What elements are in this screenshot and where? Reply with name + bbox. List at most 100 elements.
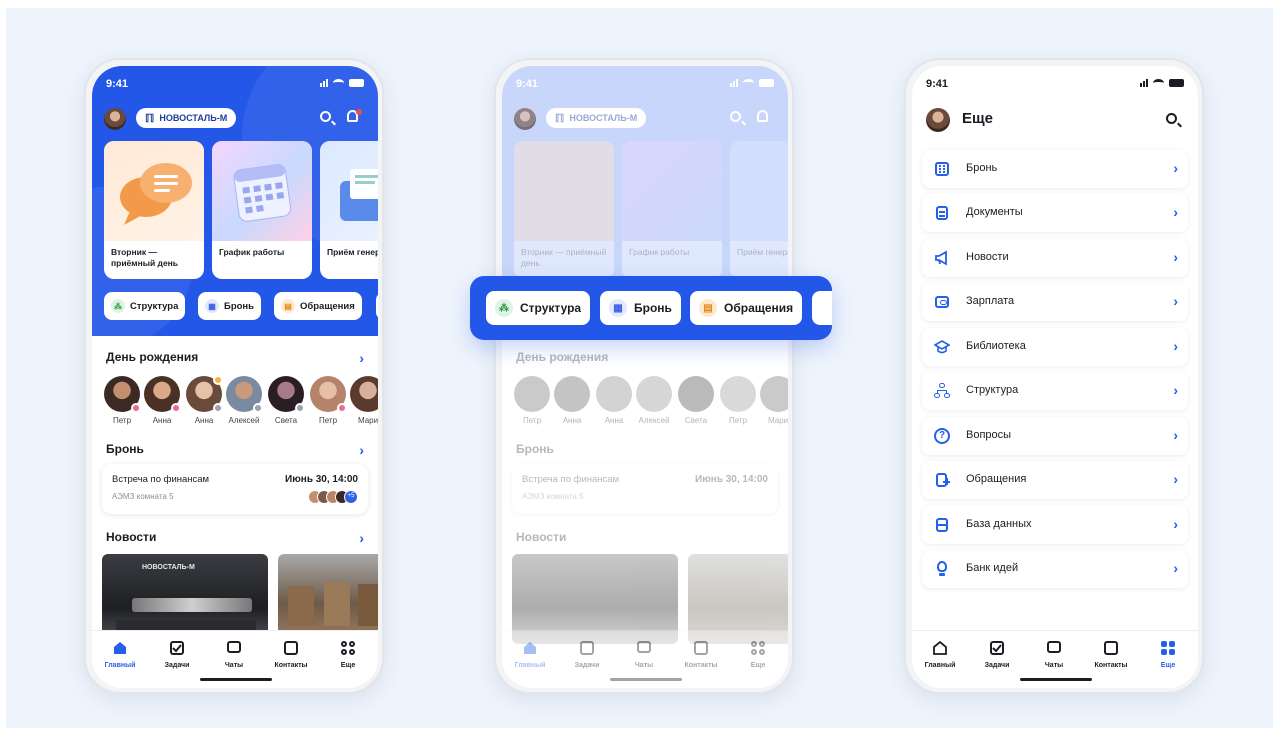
menu-item-booking[interactable]: Бронь › xyxy=(922,150,1188,188)
chip-booking[interactable]: ▦ Бронь xyxy=(198,292,262,320)
chip-more[interactable] xyxy=(376,292,378,320)
nav-chats[interactable]: Чаты xyxy=(616,640,672,669)
booking-card[interactable]: Встреча по финансам АЭМЗ комната 5 Июнь … xyxy=(102,464,368,514)
nav-more[interactable]: Еще xyxy=(320,640,376,669)
person[interactable]: Мари xyxy=(348,376,378,425)
nav-home[interactable]: Главный xyxy=(502,640,558,669)
chip-more[interactable] xyxy=(812,291,832,325)
chevron-right-icon[interactable]: › xyxy=(359,531,364,545)
chevron-right-icon: › xyxy=(1173,338,1178,354)
nav-label: Еще xyxy=(340,662,356,669)
menu-item-requests[interactable]: Обращения › xyxy=(922,461,1188,499)
chip-structure[interactable]: ⁂ Структура xyxy=(104,292,186,320)
nav-label: Задачи xyxy=(164,662,190,669)
story-card[interactable]: Вторник — приёмный день xyxy=(104,141,204,279)
menu-item-label: Структура xyxy=(966,384,1019,396)
contacts-icon xyxy=(693,640,709,656)
search-icon[interactable] xyxy=(1164,111,1182,129)
chip-label: Структура xyxy=(130,300,179,312)
search-icon[interactable] xyxy=(318,109,336,127)
nav-chats[interactable]: Чаты xyxy=(1026,640,1082,669)
nav-contacts[interactable]: Контакты xyxy=(263,640,319,669)
chip-requests[interactable]: ▤ Обращения xyxy=(274,292,362,320)
nav-contacts[interactable]: Контакты xyxy=(1083,640,1139,669)
chevron-right-icon[interactable]: › xyxy=(359,443,364,457)
avatar[interactable] xyxy=(104,108,126,130)
bell-icon[interactable] xyxy=(344,109,362,127)
menu-item-ideas[interactable]: Банк идей › xyxy=(922,550,1188,588)
story-card[interactable]: Приём генерального xyxy=(320,141,378,279)
chip-requests[interactable]: ▤ Обращения xyxy=(690,291,803,325)
menu-item-documents[interactable]: Документы › xyxy=(922,194,1188,232)
person-name: Света xyxy=(684,416,708,425)
menu-item-salary[interactable]: Зарплата › xyxy=(922,283,1188,321)
person[interactable]: Петр xyxy=(102,376,142,425)
story-card[interactable]: Приём генерального xyxy=(730,141,788,279)
menu-item-database[interactable]: База данных › xyxy=(922,506,1188,544)
menu-item-structure[interactable]: Структура › xyxy=(922,372,1188,410)
person-name: Мари xyxy=(767,416,788,425)
status-bar: 9:41 xyxy=(516,76,774,92)
menu-item-label: Новости xyxy=(966,251,1009,263)
nav-label: Задачи xyxy=(574,662,600,669)
chip-structure[interactable]: ⁂ Структура xyxy=(486,291,591,325)
search-icon[interactable] xyxy=(728,109,746,127)
home-indicator xyxy=(200,678,272,681)
avatar[interactable] xyxy=(514,108,536,130)
card-label: Вторник — приёмный день xyxy=(111,247,179,268)
nav-label: Задачи xyxy=(984,662,1010,669)
nav-label: Чаты xyxy=(1044,662,1064,669)
meeting-name: Встреча по финансам xyxy=(112,474,210,485)
chevron-right-icon[interactable]: › xyxy=(359,351,364,365)
more-screen: 9:41 Еще Бронь › Документы › Новости › Зарп… xyxy=(912,66,1198,688)
tasks-icon xyxy=(989,640,1005,656)
nav-chats[interactable]: Чаты xyxy=(206,640,262,669)
news-title: Новости xyxy=(106,530,157,544)
meeting-room: АЭМЗ комната 5 xyxy=(522,492,584,501)
chip-label: Обращения xyxy=(724,301,794,315)
avatar xyxy=(186,375,223,413)
calendar-icon xyxy=(212,141,312,241)
phone-highlight: 9:41 ℿ НОВОСТАЛЬ-М Вторник — приёмный ден… xyxy=(494,58,794,694)
birthday-list: Петр Анна Анна Алексей Света Петр Мари xyxy=(512,376,788,426)
nav-contacts[interactable]: Контакты xyxy=(673,640,729,669)
nav-home[interactable]: Главный xyxy=(912,640,968,669)
nav-label: Главный xyxy=(924,662,956,669)
menu-item-label: Бронь xyxy=(966,162,998,174)
chip-booking[interactable]: ▦ Бронь xyxy=(600,291,681,325)
avatar[interactable] xyxy=(926,108,950,132)
menu-item-questions[interactable]: ? Вопросы › xyxy=(922,417,1188,455)
nav-tasks[interactable]: Задачи xyxy=(559,640,615,669)
card-label: Приём генерального xyxy=(737,247,788,257)
person[interactable]: Света xyxy=(266,376,306,425)
story-card[interactable]: График работы xyxy=(212,141,312,279)
home-icon xyxy=(522,640,538,656)
bell-icon[interactable] xyxy=(754,109,772,127)
menu-item-library[interactable]: Библиотека › xyxy=(922,328,1188,366)
status-bar: 9:41 xyxy=(106,76,364,92)
nav-tasks[interactable]: Задачи xyxy=(149,640,205,669)
nav-more[interactable]: Еще xyxy=(730,640,786,669)
page-title: Еще xyxy=(962,110,994,127)
contacts-icon xyxy=(283,640,299,656)
booking-card[interactable]: Встреча по финансам АЭМЗ комната 5 Июнь … xyxy=(512,464,778,514)
person[interactable]: Анна xyxy=(184,375,224,425)
booking-title: Бронь xyxy=(516,442,554,456)
menu-item-news[interactable]: Новости › xyxy=(922,239,1188,277)
story-card[interactable]: График работы xyxy=(622,141,722,279)
person[interactable]: Петр xyxy=(308,376,348,425)
lightbulb-icon xyxy=(934,561,950,577)
person[interactable]: Алексей xyxy=(224,376,264,425)
structure-icon: ⁂ xyxy=(111,299,125,313)
person[interactable]: Анна xyxy=(142,376,182,425)
nav-tasks[interactable]: Задачи xyxy=(969,640,1025,669)
nav-home[interactable]: Главный xyxy=(92,640,148,669)
grid-icon xyxy=(1160,640,1176,656)
avatar xyxy=(104,376,141,413)
graduation-cap-icon xyxy=(933,339,951,355)
story-card[interactable]: Вторник — приёмный день xyxy=(514,141,614,279)
home-icon xyxy=(932,640,948,656)
document-icon xyxy=(934,205,950,221)
nav-more[interactable]: Еще xyxy=(1140,640,1196,669)
avatar xyxy=(350,376,378,412)
